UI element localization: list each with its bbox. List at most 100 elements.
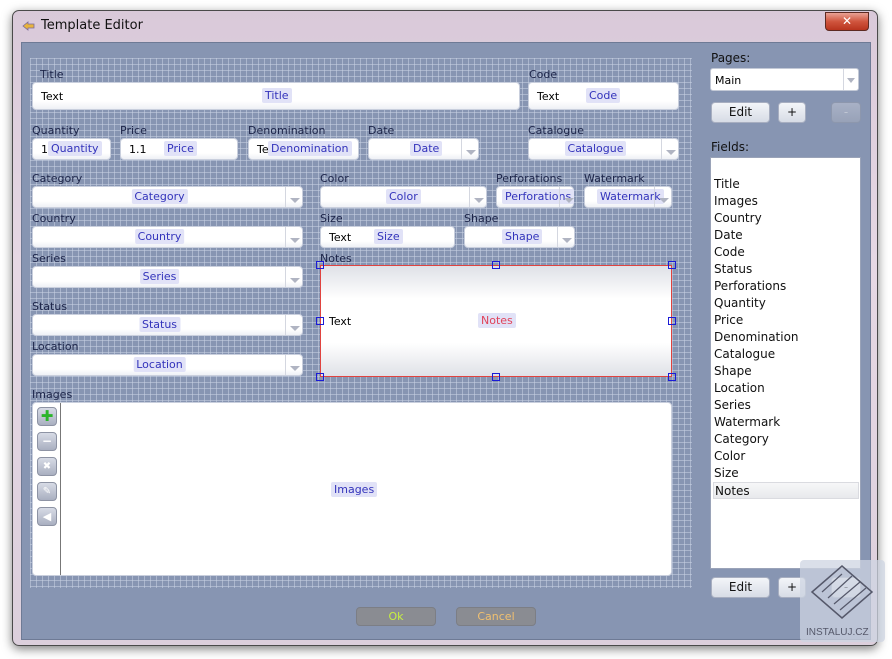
quantity-value: 1 [41, 143, 48, 156]
resize-handle-top[interactable] [492, 261, 500, 269]
resize-handle-right[interactable] [668, 317, 676, 325]
chevron-down-icon[interactable] [843, 69, 858, 90]
watermark-combo[interactable]: Watermark [584, 186, 672, 208]
chevron-down-icon[interactable] [469, 187, 486, 207]
field-list-item[interactable]: Country [713, 210, 859, 227]
field-list-item[interactable]: Shape [713, 363, 859, 380]
fields-list[interactable]: Title Images Country Date Code Status Perforat… [710, 157, 861, 569]
images-tag: Images [331, 482, 378, 497]
title-bar: Template Editor ✕ [13, 11, 877, 41]
close-button[interactable]: ✕ [825, 12, 869, 31]
field-list-item[interactable]: Status [713, 261, 859, 278]
field-list-item[interactable]: Color [713, 448, 859, 465]
template-editor-window: Template Editor ✕ Title Text Title Code … [12, 10, 878, 646]
add-image-button[interactable]: ✚ [37, 407, 57, 426]
perforations-combo[interactable]: Perforations [496, 186, 575, 208]
chevron-down-icon[interactable] [285, 355, 302, 375]
field-list-item[interactable]: Perforations [713, 278, 859, 295]
series-label: Series [32, 252, 66, 265]
date-combo[interactable]: Date [368, 138, 479, 160]
field-list-item[interactable]: Code [713, 244, 859, 261]
denomination-field[interactable]: Te Denomination [248, 138, 359, 160]
pages-remove-button[interactable]: - [831, 102, 861, 123]
field-list-item[interactable]: Date [713, 227, 859, 244]
delete-icon: ✖ [42, 461, 52, 472]
remove-icon: − [41, 434, 53, 448]
field-list-item[interactable]: Denomination [713, 329, 859, 346]
series-combo[interactable]: Series [32, 266, 303, 288]
price-value: 1.1 [129, 143, 147, 156]
cancel-button[interactable]: Cancel [456, 607, 536, 626]
field-list-item[interactable]: Location [713, 380, 859, 397]
title-value: Text [41, 90, 64, 103]
size-field[interactable]: Text Size [320, 226, 455, 248]
quantity-label: Quantity [32, 124, 80, 137]
field-list-item[interactable]: Category [713, 431, 859, 448]
chevron-down-icon[interactable] [285, 315, 302, 335]
chevron-down-icon[interactable] [285, 227, 302, 247]
images-field[interactable]: ✚ − ✖ ✎ ◀ Images [32, 402, 672, 576]
add-icon: ✚ [40, 407, 54, 425]
remove-image-button[interactable]: − [37, 432, 57, 451]
chevron-down-icon[interactable] [557, 227, 574, 247]
title-field[interactable]: Text Title [32, 82, 520, 110]
denomination-tag: Denomination [268, 141, 352, 156]
chevron-down-icon[interactable] [661, 139, 678, 159]
date-label: Date [368, 124, 395, 137]
resize-handle-top-right[interactable] [668, 261, 676, 269]
date-tag: Date [410, 141, 443, 156]
color-combo[interactable]: Color [320, 186, 487, 208]
chevron-down-icon[interactable] [559, 187, 574, 207]
window-title: Template Editor [41, 18, 143, 33]
quantity-field[interactable]: 1 Quantity [32, 138, 111, 160]
field-list-item[interactable]: Price [713, 312, 859, 329]
price-field[interactable]: 1.1 Price [120, 138, 238, 160]
field-list-item[interactable]: Series [713, 397, 859, 414]
pages-add-button[interactable]: + [778, 102, 806, 123]
delete-image-button[interactable]: ✖ [37, 457, 57, 476]
notes-field-selected[interactable]: Text Notes [320, 265, 672, 377]
code-value: Text [537, 90, 560, 103]
code-field[interactable]: Text Code [528, 82, 679, 110]
price-label: Price [120, 124, 147, 137]
field-list-item[interactable]: Notes [713, 482, 859, 499]
close-icon: ✕ [841, 14, 853, 28]
field-list-item[interactable]: Size [713, 465, 859, 482]
resize-handle-left[interactable] [316, 317, 324, 325]
edit-image-button[interactable]: ✎ [37, 482, 57, 501]
category-combo[interactable]: Category [32, 186, 303, 208]
field-list-item[interactable]: Watermark [713, 414, 859, 431]
location-tag: Location [133, 357, 186, 372]
catalogue-label: Catalogue [528, 124, 584, 137]
chevron-down-icon[interactable] [654, 187, 671, 207]
status-combo[interactable]: Status [32, 314, 303, 336]
shape-combo[interactable]: Shape [464, 226, 575, 248]
country-tag: Country [134, 229, 185, 244]
resize-handle-bottom-right[interactable] [668, 373, 676, 381]
price-tag: Price [164, 141, 197, 156]
denomination-value: Te [257, 143, 269, 156]
country-combo[interactable]: Country [32, 226, 303, 248]
watermark-icon [810, 565, 874, 619]
fields-edit-button[interactable]: Edit [711, 577, 770, 598]
pages-combo[interactable]: Main [710, 68, 859, 91]
chevron-down-icon[interactable] [461, 139, 478, 159]
category-label: Category [32, 172, 83, 185]
resize-handle-top-left[interactable] [316, 261, 324, 269]
chevron-down-icon[interactable] [285, 187, 302, 207]
app-icon [22, 21, 35, 31]
field-list-item[interactable]: Title [713, 176, 859, 193]
back-image-button[interactable]: ◀ [37, 507, 57, 526]
catalogue-combo[interactable]: Catalogue [528, 138, 679, 160]
field-list-item[interactable]: Catalogue [713, 346, 859, 363]
pages-edit-button[interactable]: Edit [711, 102, 770, 123]
resize-handle-bottom-left[interactable] [316, 373, 324, 381]
status-label: Status [32, 300, 68, 313]
field-list-item[interactable]: Quantity [713, 295, 859, 312]
field-list-item[interactable]: Images [713, 193, 859, 210]
resize-handle-bottom[interactable] [492, 373, 500, 381]
location-combo[interactable]: Location [32, 354, 303, 376]
chevron-down-icon[interactable] [285, 267, 302, 287]
ok-button[interactable]: Ok [356, 607, 436, 626]
notes-label: Notes [320, 252, 352, 265]
